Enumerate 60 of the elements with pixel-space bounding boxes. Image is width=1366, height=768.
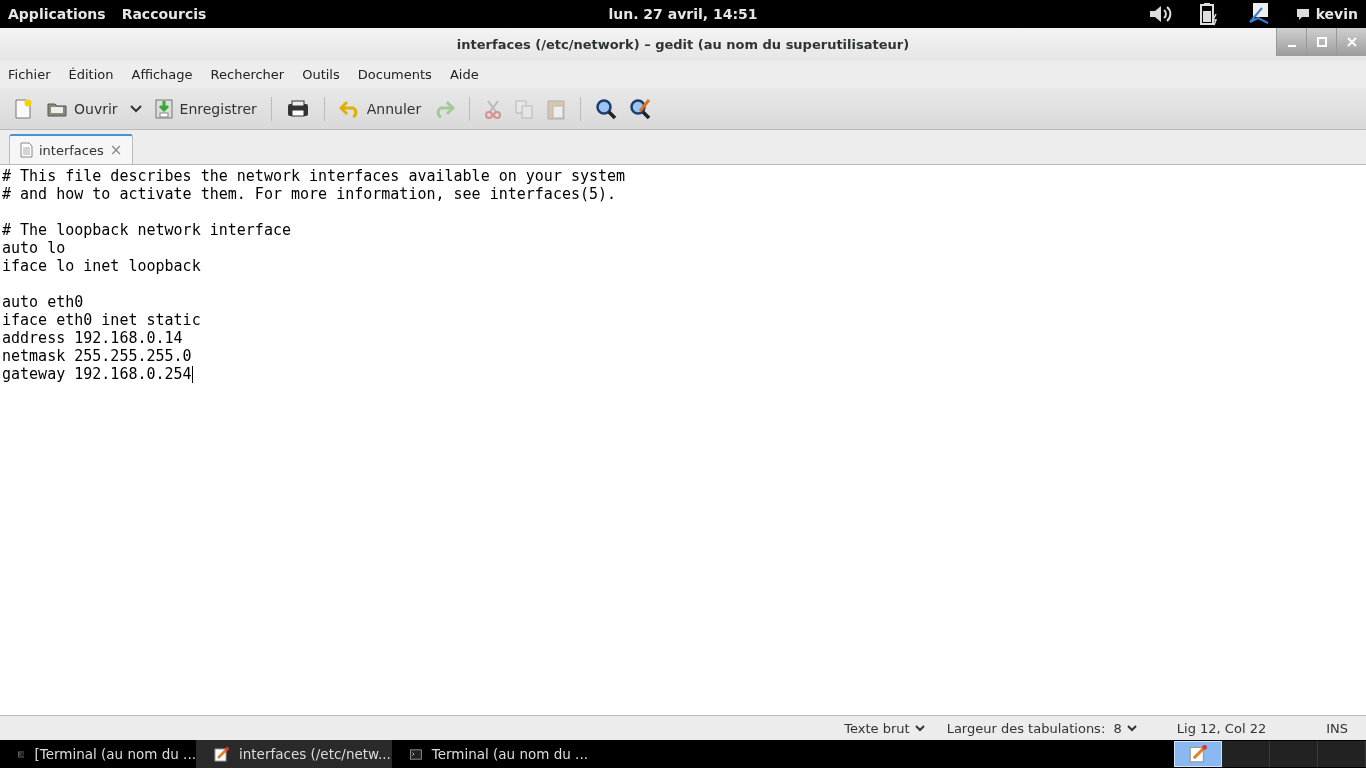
menu-item[interactable]: Documents [357, 66, 432, 82]
notepad-pencil-icon [214, 746, 229, 762]
clipboard-icon [546, 97, 567, 120]
minimize-button[interactable] [1276, 28, 1306, 56]
text-file-icon [20, 142, 33, 158]
tab-width-dropdown[interactable]: Largeur des tabulations: 8 [940, 719, 1143, 737]
copy-icon [514, 98, 535, 119]
notepad-pencil-icon [1189, 745, 1207, 763]
taskbar-window-button[interactable]: Terminal (au nom du ... [392, 740, 588, 768]
chevron-down-icon [914, 724, 925, 732]
code-line: auto lo [2, 239, 66, 257]
menu-item[interactable]: Affichage [131, 66, 193, 82]
printer-icon [285, 98, 310, 119]
text-cursor [191, 365, 193, 383]
close-button[interactable] [1336, 28, 1366, 56]
workspace-button[interactable] [1222, 741, 1270, 767]
save-button[interactable]: Enregistrer [149, 93, 261, 124]
save-icon [153, 97, 174, 120]
taskbar-window-button[interactable]: interfaces (/etc/netw... [196, 740, 392, 768]
code-line: auto eth0 [2, 293, 84, 311]
user-menu[interactable]: kevin [1295, 6, 1358, 22]
close-icon [1346, 37, 1357, 47]
menu-item[interactable]: Aide [449, 66, 479, 82]
menu-item[interactable]: Édition [68, 66, 114, 82]
menu-item[interactable]: Rechercher [210, 66, 285, 82]
maximize-button[interactable] [1306, 28, 1336, 56]
taskbar-window-button[interactable]: [Terminal (au nom du ... [0, 740, 196, 768]
shortcuts-menu[interactable]: Raccourcis [121, 6, 207, 22]
speaker-icon[interactable] [1147, 4, 1172, 24]
code-line: address 192.168.0.14 [2, 329, 183, 347]
workspace-button[interactable] [1270, 741, 1318, 767]
chevron-down-icon [1126, 724, 1137, 732]
terminal-icon [410, 747, 422, 761]
insert-mode: INS [1326, 720, 1348, 736]
language-dropdown[interactable]: Texte brut [838, 719, 931, 737]
cursor-position: Lig 12, Col 22 [1176, 720, 1267, 736]
clock[interactable]: lun. 27 avril, 14:51 [608, 6, 758, 22]
open-button[interactable]: Ouvrir [42, 94, 122, 123]
code-line: iface lo inet loopback [2, 257, 201, 275]
code-line: # This file describes the network interfaces available on your system [2, 167, 626, 185]
code-line: iface eth0 inet static [2, 311, 201, 329]
code-line: netmask 255.255.255.0 [2, 347, 192, 365]
menu-item[interactable]: Outils [302, 66, 340, 82]
menu-item[interactable]: Fichier [8, 66, 51, 82]
chevron-down-icon [129, 104, 142, 113]
battery-icon[interactable] [1197, 2, 1220, 26]
window-title: interfaces (/etc/network) – gedit (au nom du superutilisateur) [456, 36, 910, 52]
chat-bubble-icon [1295, 7, 1310, 21]
new-document-icon [12, 97, 34, 120]
maximize-icon [1316, 37, 1327, 47]
workspace-button[interactable] [1318, 741, 1366, 767]
code-line: gateway 192.168.0.254 [2, 365, 192, 383]
scissors-icon [484, 98, 503, 119]
code-line: # and how to activate them. For more information, see interfaces(5). [2, 185, 617, 203]
minimize-icon [1287, 45, 1296, 47]
code-line: # The loopback network interface [2, 221, 291, 239]
applications-menu[interactable]: Applications [8, 6, 106, 22]
document-tab[interactable]: interfaces × [9, 134, 134, 164]
undo-button[interactable]: Annuler [334, 95, 426, 122]
search-icon [595, 97, 618, 120]
